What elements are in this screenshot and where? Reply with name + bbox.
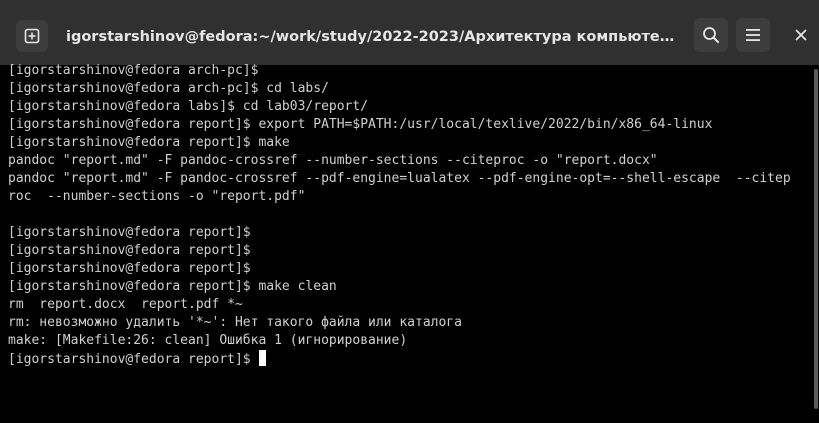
text-cursor xyxy=(259,350,267,366)
search-button[interactable] xyxy=(694,18,728,52)
terminal-line: [igorstarshinov@fedora report]$ xyxy=(8,225,251,240)
scrollbar-thumb[interactable] xyxy=(814,69,818,409)
terminal-line: [igorstarshinov@fedora report]$ export P… xyxy=(8,117,713,132)
terminal-lines: [igorstarshinov@fedora arch-pc]$ [igorst… xyxy=(8,62,812,368)
terminal-line: [igorstarshinov@fedora labs]$ cd lab03/r… xyxy=(8,99,369,114)
terminal-line: [igorstarshinov@fedora arch-pc]$ xyxy=(8,63,259,78)
close-button[interactable] xyxy=(786,20,816,50)
current-prompt-line[interactable]: [igorstarshinov@fedora report]$ xyxy=(8,350,812,368)
terminal-line: rm: невозможно удалить '*~': Нет такого … xyxy=(8,315,462,330)
terminal-line: [igorstarshinov@fedora report]$ xyxy=(8,261,251,276)
terminal-line: pandoc "report.md" -F pandoc-crossref --… xyxy=(8,153,658,168)
window-title: igorstarshinov@fedora:~/work/study/2022-… xyxy=(66,29,682,45)
terminal-line: roc --number-sections -o "report.pdf" xyxy=(8,189,306,204)
terminal-window: igorstarshinov@fedora:~/work/study/2022-… xyxy=(0,0,819,423)
title-bar: igorstarshinov@fedora:~/work/study/2022-… xyxy=(0,0,819,65)
scrollbar[interactable] xyxy=(813,65,819,423)
terminal-line: [igorstarshinov@fedora report]$ xyxy=(8,243,251,258)
plus-in-square-icon xyxy=(24,28,40,44)
terminal-line: [igorstarshinov@fedora report]$ make cle… xyxy=(8,279,337,294)
terminal-line: [igorstarshinov@fedora report]$ make xyxy=(8,135,290,150)
menu-button[interactable] xyxy=(736,18,770,52)
new-tab-button[interactable] xyxy=(16,20,48,52)
prompt: [igorstarshinov@fedora report]$ xyxy=(8,352,259,367)
search-icon xyxy=(703,27,719,43)
close-icon xyxy=(795,29,807,41)
terminal-output-area[interactable]: [igorstarshinov@fedora arch-pc]$ [igorst… xyxy=(0,62,819,423)
terminal-line: rm report.docx report.pdf *~ xyxy=(8,297,243,312)
terminal-line: pandoc "report.md" -F pandoc-crossref --… xyxy=(8,171,791,186)
terminal-line: make: [Makefile:26: clean] Ошибка 1 (игн… xyxy=(8,333,408,348)
terminal-line: [igorstarshinov@fedora arch-pc]$ cd labs… xyxy=(8,81,329,96)
hamburger-menu-icon xyxy=(746,29,760,41)
